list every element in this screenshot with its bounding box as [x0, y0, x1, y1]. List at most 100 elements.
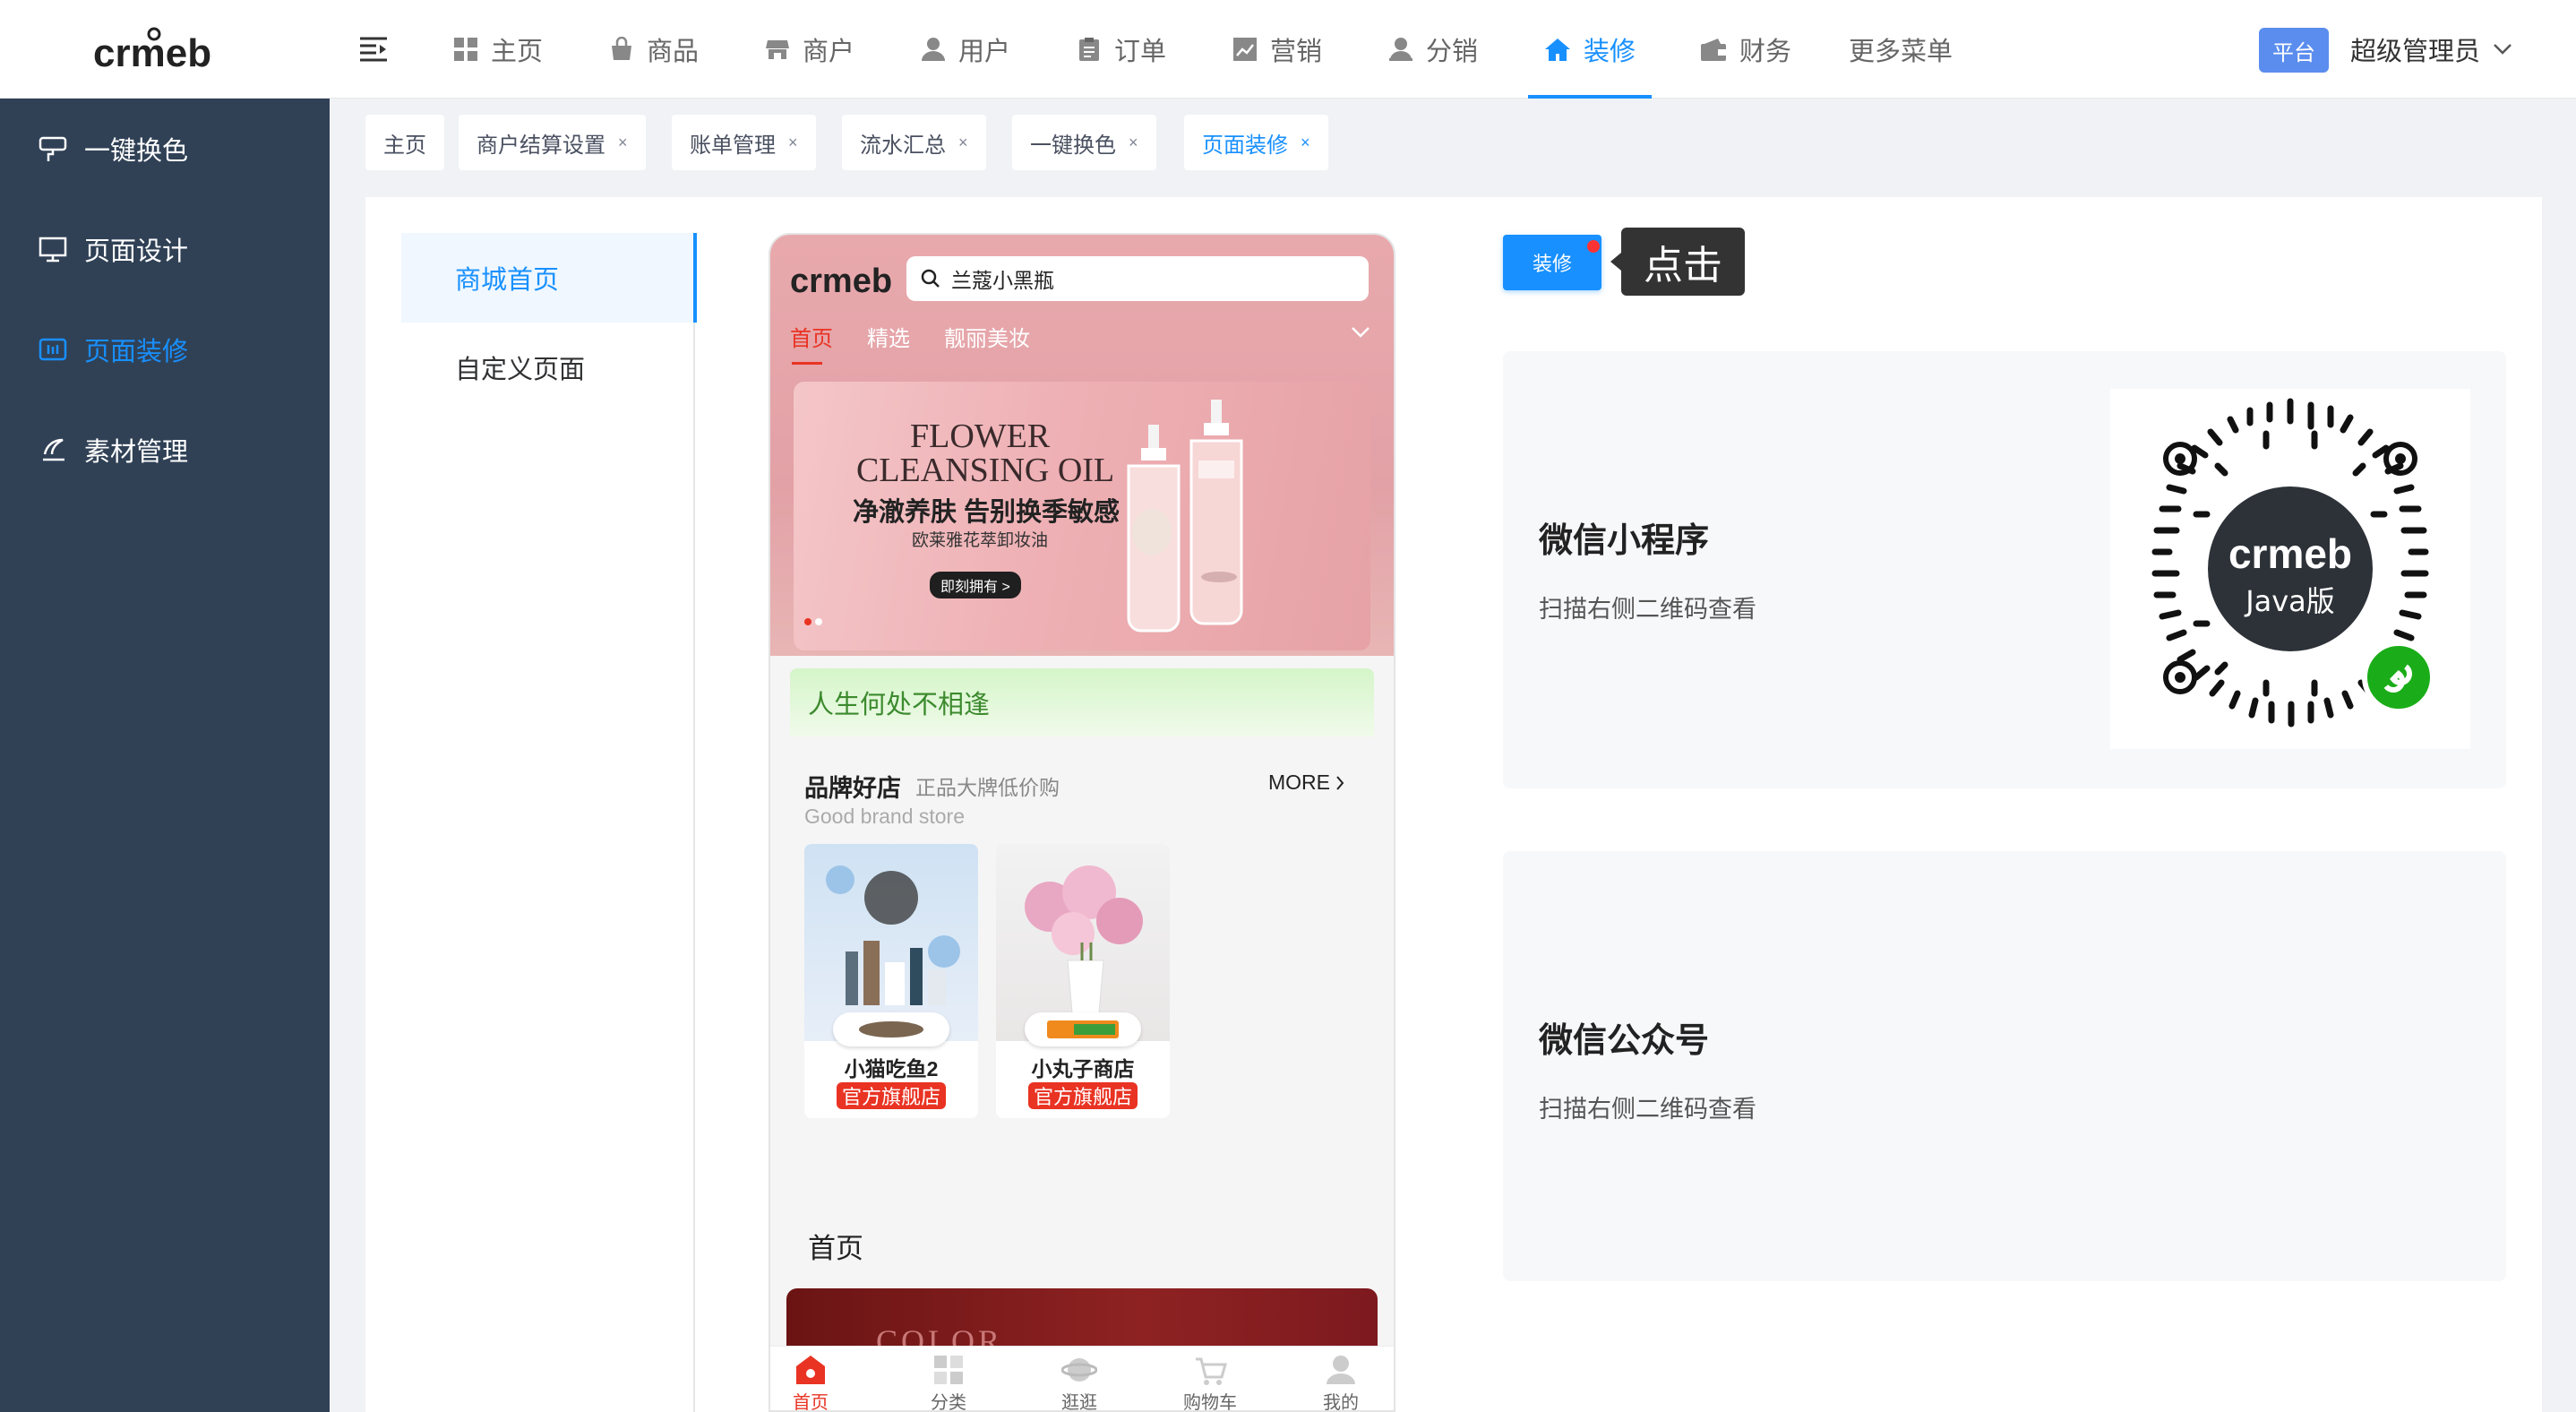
brand-section-title: 品牌好店 [804, 775, 901, 802]
nav-decoration-label: 装修 [1584, 38, 1636, 66]
close-icon[interactable]: × [1129, 133, 1138, 152]
nav-more-menu[interactable]: 更多菜单 [1849, 0, 1953, 99]
banner-dot [815, 618, 822, 625]
sidebar: 一键换色 页面设计 页面装修 素材管理 [0, 99, 330, 1412]
decorate-button-label: 装修 [1532, 253, 1572, 275]
tooltip-arrow [1610, 253, 1621, 271]
tag-merchant-settlement[interactable]: 商户结算设置 × [459, 115, 646, 170]
phone-tab-bar: 首页 分类 逛逛 购物车 我的 [770, 1346, 1394, 1412]
monitor-icon [38, 236, 68, 263]
tabbar-cart[interactable]: 购物车 [1170, 1352, 1250, 1410]
banner-cta-button[interactable]: 即刻拥有 > [930, 572, 1021, 598]
nav-home-label: 主页 [491, 38, 544, 66]
click-tooltip: 点击 [1621, 228, 1745, 296]
store-name: 小丸子商店 [1031, 1057, 1135, 1081]
page-menu-mall-home[interactable]: 商城首页 [401, 233, 697, 323]
tag-home[interactable]: 主页 [365, 115, 444, 170]
notice-bar[interactable]: 人生何处不相逢 [790, 668, 1374, 736]
qr-center-sub: Java版 [2244, 584, 2335, 618]
tabbar-profile[interactable]: 我的 [1301, 1352, 1381, 1410]
category-icon [931, 1352, 966, 1388]
phone-search-value: 兰蔻小黑瓶 [951, 269, 1054, 292]
palette-icon [38, 135, 68, 162]
sidebar-item-label: 页面装修 [84, 338, 189, 366]
chevron-right-icon [1335, 775, 1344, 791]
platform-badge[interactable]: 平台 [2259, 28, 2329, 73]
more-link[interactable]: MORE [1268, 771, 1344, 795]
sidebar-item-materials[interactable]: 素材管理 [0, 400, 330, 500]
tabbar-home[interactable]: 首页 [770, 1352, 851, 1412]
banner-headline: 净澈养肤 告别换季敏感 [853, 498, 1121, 527]
store-card[interactable]: 小猫吃鱼2 官方旗舰店 [804, 844, 978, 1118]
qr-center-logo: crmeb [2228, 530, 2352, 577]
tag-color-theme[interactable]: 一键换色 × [1012, 115, 1156, 170]
more-label: MORE [1268, 771, 1330, 794]
chevron-down-icon [2493, 43, 2512, 56]
home-icon [793, 1352, 829, 1388]
close-icon[interactable]: × [958, 133, 968, 152]
phone-preview[interactable]: crmeb 兰蔻小黑瓶 首页 精选 靓丽美妆 FLOWER CLEANSING O… [769, 233, 1395, 1412]
close-icon[interactable]: × [788, 133, 798, 152]
tag-page-decoration[interactable]: 页面装修 × [1184, 115, 1328, 170]
sidebar-item-page-design[interactable]: 页面设计 [0, 199, 330, 299]
nav-marketing[interactable]: 营销 [1232, 0, 1322, 99]
close-icon[interactable]: × [618, 133, 628, 152]
brand-section-english: Good brand store [804, 805, 966, 828]
tag-label: 商户结算设置 [477, 133, 605, 158]
page-menu-custom-page[interactable]: 自定义页面 [401, 323, 695, 412]
nav-home[interactable]: 主页 [453, 0, 543, 99]
banner-dot-active [804, 618, 811, 625]
tabbar-explore[interactable]: 逛逛 [1039, 1352, 1120, 1412]
nav-products-label: 商品 [647, 38, 700, 66]
phone-tab-featured[interactable]: 精选 [867, 321, 910, 352]
crmeb-logo[interactable]: crmeb [90, 25, 215, 75]
tabbar-label: 逛逛 [1061, 1393, 1097, 1412]
close-icon[interactable]: × [1301, 133, 1310, 152]
page-menu-label: 自定义页面 [455, 356, 586, 384]
wallet-icon [1700, 37, 1727, 62]
nav-orders[interactable]: 订单 [1077, 0, 1166, 99]
planet-icon [1061, 1352, 1097, 1388]
panel-title: 微信公众号 [1539, 1022, 1710, 1060]
nav-products[interactable]: 商品 [609, 0, 699, 99]
sidebar-item-color-theme[interactable]: 一键换色 [0, 99, 330, 199]
phone-home-label: 首页 [808, 1233, 863, 1264]
material-icon [38, 436, 68, 463]
banner-title: FLOWER CLEANSING OIL [856, 418, 1115, 489]
phone-tab-home[interactable]: 首页 [790, 321, 833, 352]
tabbar-label: 首页 [793, 1393, 829, 1412]
store-card[interactable]: 小丸子商店 官方旗舰店 [996, 844, 1170, 1118]
tag-label: 账单管理 [690, 133, 776, 158]
tabbar-label: 分类 [931, 1393, 966, 1412]
store-image [804, 844, 978, 1041]
nav-finance[interactable]: 财务 [1700, 0, 1791, 99]
tag-bill-management[interactable]: 账单管理 × [672, 115, 816, 170]
phone-banner[interactable]: FLOWER CLEANSING OIL 净澈养肤 告别换季敏感 欧莱雅花萃卸妆油… [794, 382, 1370, 650]
phone-search-bar[interactable]: 兰蔻小黑瓶 [906, 256, 1369, 301]
nav-users[interactable]: 用户 [921, 0, 1010, 99]
nav-users-label: 用户 [958, 38, 1011, 66]
nav-merchants[interactable]: 商户 [765, 0, 854, 99]
phone-red-banner[interactable]: COLOR [786, 1288, 1378, 1351]
store-logo [1025, 1012, 1141, 1046]
admin-dropdown[interactable]: 超级管理员 [2350, 27, 2512, 72]
user-icon [1323, 1352, 1359, 1388]
decorate-button[interactable]: 装修 [1503, 235, 1601, 290]
menu-toggle-icon[interactable] [358, 36, 389, 63]
nav-merchants-label: 商户 [803, 38, 855, 66]
store-logo [833, 1012, 949, 1046]
tag-flow-summary[interactable]: 流水汇总 × [842, 115, 986, 170]
chevron-down-icon[interactable] [1351, 326, 1370, 339]
store-badge: 官方旗舰店 [837, 1082, 946, 1109]
tabbar-category[interactable]: 分类 [908, 1352, 989, 1412]
sidebar-item-page-decoration[interactable]: 页面装修 [0, 299, 330, 400]
tooltip-text: 点击 [1644, 244, 1722, 288]
clipboard-icon [1077, 37, 1102, 62]
nav-decoration[interactable]: 装修 [1528, 0, 1653, 99]
nav-distribution[interactable]: 分销 [1388, 0, 1478, 99]
phone-logo: crmeb [788, 258, 894, 299]
platform-badge-label: 平台 [2272, 40, 2315, 65]
phone-tab-beauty[interactable]: 靓丽美妆 [944, 321, 1030, 352]
qr-code[interactable]: crmeb Java版 [2110, 389, 2470, 749]
nav-finance-label: 财务 [1739, 38, 1792, 66]
